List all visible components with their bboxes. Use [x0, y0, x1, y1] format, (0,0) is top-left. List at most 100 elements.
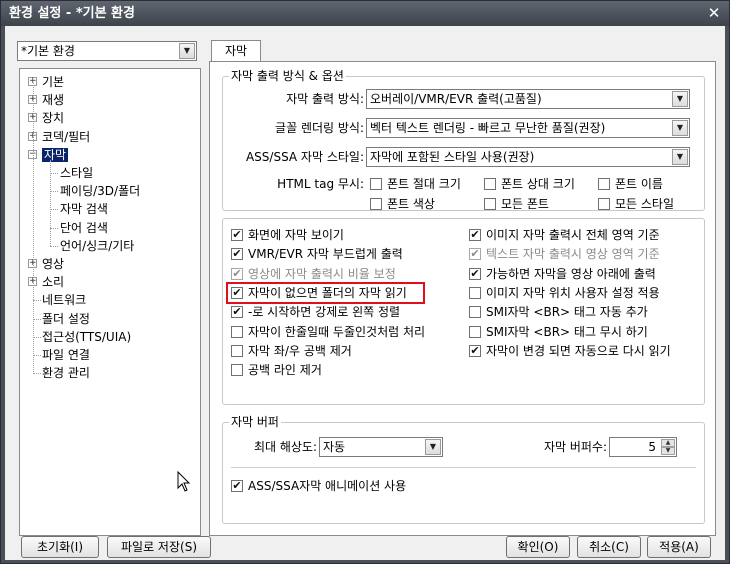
subtitle-option-checkbox[interactable]: ✔ VMR/EVR 자막 부드럽게 출력 — [231, 246, 403, 262]
subtitle-option-checkbox[interactable]: ✔ 가능하면 자막을 영상 아래에 출력 — [469, 266, 656, 282]
tree-item[interactable]: 장치 — [42, 109, 64, 127]
apply-button[interactable]: 적용(A) — [647, 536, 711, 558]
html-ignore-checkbox-label: 폰트 이름 — [615, 177, 663, 191]
ok-button[interactable]: 확인(O) — [506, 536, 570, 558]
tree-connector — [33, 300, 41, 302]
subtitle-option-checkbox-label: 화면에 자막 보이기 — [248, 228, 344, 242]
subtitle-option-checkbox[interactable]: ✔ 자막이 없으면 폴더의 자막 읽기 — [231, 285, 407, 301]
chevron-down-icon[interactable]: ▼ — [672, 91, 688, 107]
html-ignore-checkbox-label: 폰트 색상 — [387, 197, 435, 211]
subtitle-option-checkbox[interactable]: ✔ 이미지 자막 출력시 전체 영역 기준 — [469, 227, 660, 243]
spin-up-icon[interactable]: ▲ — [661, 439, 675, 447]
subtitle-option-checkbox[interactable]: ✔ 영상에 자막 출력시 비율 보정 — [231, 266, 396, 282]
subtitle-option-checkbox[interactable]: 공백 라인 제거 — [231, 362, 322, 378]
tree-item[interactable]: 코덱/필터 — [42, 128, 90, 146]
checkbox-empty-icon — [598, 198, 610, 210]
tree-item-label: 환경 관리 — [42, 366, 90, 381]
output-options-group-title: 자막 출력 방식 & 옵션 — [229, 69, 346, 83]
check-icon: ✔ — [231, 479, 243, 492]
tree-item[interactable]: 환경 관리 — [42, 364, 90, 382]
chevron-down-icon[interactable]: ▼ — [425, 439, 441, 455]
tree-item[interactable]: 영상 — [42, 255, 64, 273]
chevron-down-icon[interactable]: ▼ — [179, 43, 195, 59]
subtitle-options-group: ✔ 화면에 자막 보이기 ✔ VMR/EVR 자막 부드럽게 출력 ✔ 영상에 자막 출력… — [222, 218, 705, 405]
subtitle-option-checkbox-label: VMR/EVR 자막 부드럽게 출력 — [248, 247, 403, 262]
ass-style-select[interactable]: 자막에 포함된 스타일 사용(권장) ▼ — [366, 147, 690, 167]
tree-connector — [50, 173, 58, 174]
tree-item-label: 파일 연결 — [42, 348, 90, 362]
settings-window: 환경 설정 - *기본 환경 ✕ *기본 환경 ▼ 기본 + 재생 + 장치 + 코덱/필터… — [0, 0, 730, 564]
tree-item-label: 스타일 — [60, 166, 94, 180]
tree-item[interactable]: 자막 — [42, 146, 69, 164]
checkbox-empty-icon — [484, 178, 496, 190]
checkbox-empty-icon — [469, 306, 481, 319]
tree-item[interactable]: 파일 연결 — [42, 346, 90, 364]
tree-item[interactable]: 접근성(TTS/UIA) — [42, 328, 131, 346]
checkbox-empty-icon — [469, 325, 481, 338]
settings-tree[interactable]: 기본 + 재생 + 장치 + 코덱/필터 + 자막 − 스타일 페이딩/3D/폴더 자막 검색 단어 검색… — [19, 68, 201, 536]
subtitle-option-checkbox[interactable]: 이미지 자막 위치 사용자 설정 적용 — [469, 285, 660, 301]
tree-item[interactable]: 네트워크 — [42, 291, 86, 309]
cancel-button[interactable]: 취소(C) — [577, 536, 641, 558]
subtitle-option-checkbox[interactable]: 자막 좌/우 공백 제거 — [231, 343, 352, 359]
chevron-down-icon[interactable]: ▼ — [672, 149, 688, 165]
html-ignore-checkbox[interactable]: 폰트 절대 크기 — [370, 176, 461, 192]
window-title: 환경 설정 - *기본 환경 — [9, 6, 135, 21]
tree-item[interactable]: 기본 — [42, 73, 64, 91]
subtitle-option-checkbox[interactable]: ✔ -로 시작하면 강제로 왼쪽 정렬 — [231, 304, 400, 320]
html-ignore-checkbox[interactable]: 폰트 색상 — [370, 196, 435, 212]
tree-item-label: 기본 — [42, 75, 65, 89]
buffer-count-label: 자막 버퍼수: — [543, 440, 607, 454]
tree-item[interactable]: 언어/싱크/기타 — [60, 237, 134, 255]
tree-item[interactable]: 재생 — [42, 91, 64, 109]
html-ignore-checkbox[interactable]: 폰트 상대 크기 — [484, 176, 575, 192]
subtitle-option-checkbox-label: -로 시작하면 강제로 왼쪽 정렬 — [248, 305, 401, 320]
tree-item[interactable]: 페이딩/3D/폴더 — [60, 182, 140, 200]
subtitle-option-checkbox-label: 텍스트 자막 출력시 영상 영역 기준 — [486, 247, 660, 262]
subtitle-option-checkbox[interactable]: SMI자막 <BR> 태그 무시 하기 — [469, 324, 648, 340]
buffer-count-value: 5 — [648, 440, 656, 454]
output-mode-select[interactable]: 오버레이/VMR/EVR 출력(고품질) ▼ — [366, 89, 690, 109]
html-ignore-checkbox[interactable]: 모든 스타일 — [598, 196, 674, 212]
tree-item-label: 페이딩/3D/폴더 — [60, 184, 141, 199]
tree-connector — [50, 209, 58, 211]
html-ignore-checkbox[interactable]: 모든 폰트 — [484, 196, 549, 212]
tree-connector — [50, 227, 58, 229]
tree-item[interactable]: 자막 검색 — [60, 200, 108, 218]
output-options-group: 자막 출력 방식 & 옵션 자막 출력 방식: 오버레이/VMR/EVR 출력(… — [222, 69, 705, 212]
tree-connector — [50, 159, 51, 246]
close-icon[interactable]: ✕ — [705, 1, 723, 26]
tab-subtitle[interactable]: 자막 — [211, 40, 261, 62]
tree-item[interactable]: 소리 — [42, 273, 64, 291]
buffer-count-stepper[interactable]: 5 ▲ ▼ — [609, 437, 677, 457]
max-resolution-label: 최대 해상도: — [253, 440, 317, 454]
subtitle-option-checkbox[interactable]: ✔ 텍스트 자막 출력시 영상 영역 기준 — [469, 246, 660, 262]
subtitle-option-checkbox[interactable]: ✔ 자막이 변경 되면 자동으로 다시 읽기 — [469, 343, 671, 359]
chevron-down-icon[interactable]: ▼ — [672, 120, 688, 136]
checkbox-empty-icon — [598, 178, 610, 190]
checkbox-empty-icon — [231, 364, 243, 377]
subtitle-option-checkbox[interactable]: ✔ 화면에 자막 보이기 — [231, 227, 344, 243]
subtitle-option-checkbox[interactable]: SMI자막 <BR> 태그 자동 추가 — [469, 304, 648, 320]
title-bar[interactable]: 환경 설정 - *기본 환경 ✕ — [1, 1, 729, 26]
checkbox-empty-icon — [231, 325, 243, 338]
max-resolution-select[interactable]: 자동 ▼ — [319, 437, 443, 457]
tree-item-label: 자막 — [42, 147, 69, 162]
tree-item[interactable]: 단어 검색 — [60, 219, 108, 237]
tree-item[interactable]: 폴더 설정 — [42, 310, 90, 328]
html-ignore-checkbox-label: 모든 스타일 — [615, 197, 675, 211]
subtitle-option-checkbox-label: 이미지 자막 출력시 전체 영역 기준 — [486, 228, 660, 242]
subtitle-option-checkbox-label: 공백 라인 제거 — [248, 363, 322, 378]
spin-down-icon[interactable]: ▼ — [661, 447, 675, 455]
ass-style-label: ASS/SSA 자막 스타일: — [245, 150, 364, 164]
profile-select[interactable]: *기본 환경 ▼ — [17, 41, 197, 61]
reset-button[interactable]: 초기화(I) — [21, 536, 99, 558]
html-ignore-checkbox[interactable]: 폰트 이름 — [598, 176, 663, 192]
subtitle-option-checkbox[interactable]: 자막이 한줄일때 두줄인것처럼 처리 — [231, 324, 425, 340]
save-to-file-button[interactable]: 파일로 저장(S) — [107, 536, 211, 558]
tree-item[interactable]: 스타일 — [60, 164, 93, 182]
html-ignore-label: HTML tag 무시: — [277, 177, 364, 191]
html-ignore-checkbox-label: 폰트 절대 크기 — [387, 177, 461, 191]
ass-animation-checkbox[interactable]: ✔ ASS/SSA자막 애니메이션 사용 — [231, 478, 406, 494]
font-render-select[interactable]: 벡터 텍스트 렌더링 - 빠르고 무난한 품질(권장) ▼ — [366, 118, 690, 138]
